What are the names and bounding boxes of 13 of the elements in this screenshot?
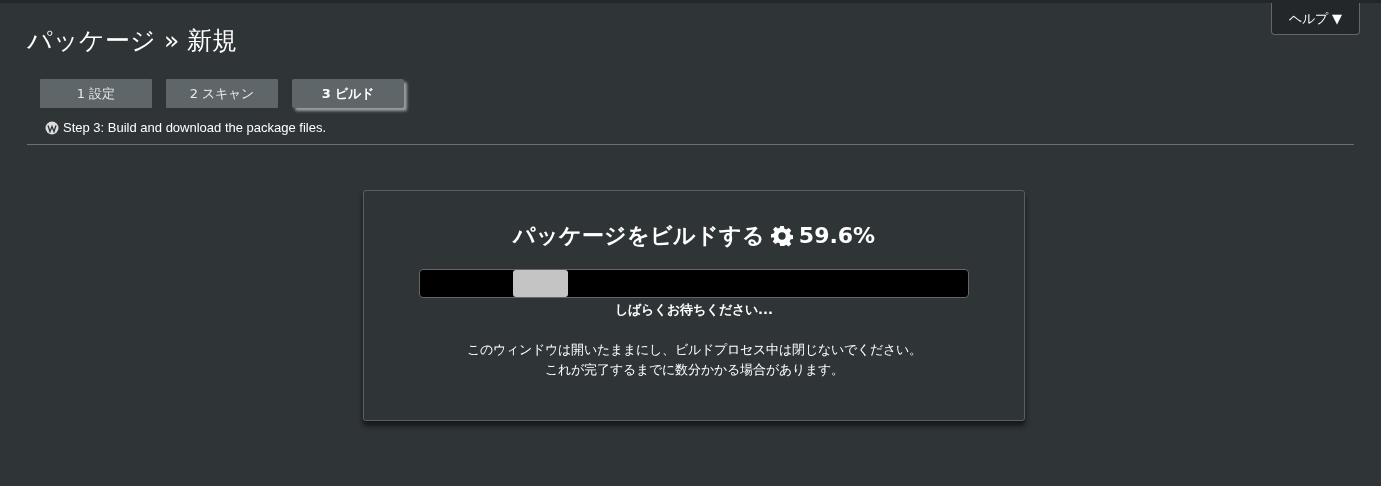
message-line: これが完了するまでに数分かかる場合があります。 — [544, 360, 844, 379]
step-tab[interactable]: 3 ビルド — [292, 79, 404, 108]
step-tab[interactable]: 2 スキャン — [166, 79, 278, 108]
step-hint: Step 3: Build and download the package files. — [63, 119, 327, 138]
step-tab[interactable]: 1 設定 — [40, 79, 152, 108]
gear-icon — [770, 224, 793, 247]
status-text: しばらくお待ちください... — [615, 301, 773, 319]
message-line: このウィンドウは開いたままにし、ビルドプロセス中は閉じないでください。 — [466, 340, 922, 359]
help-button[interactable]: ヘルプ ▼ — [1270, 3, 1360, 35]
card-title: パッケージをビルドする — [512, 222, 765, 250]
progress-percent: 59.6% — [798, 222, 876, 250]
wordpress-logo-icon — [45, 121, 59, 135]
page-title: パッケージ » 新規 — [27, 25, 239, 57]
